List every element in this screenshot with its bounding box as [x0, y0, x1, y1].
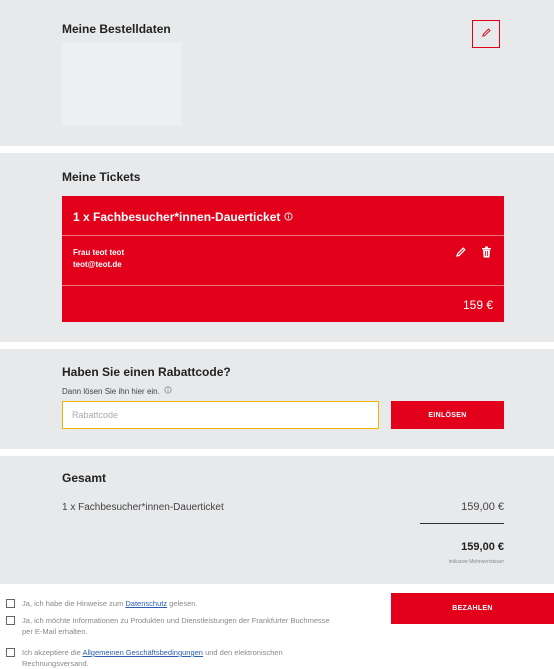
- total-sum: 159,00 €: [461, 541, 504, 553]
- tickets-title: Meine Tickets: [62, 170, 141, 184]
- redeem-button[interactable]: EINLÖSEN: [391, 401, 504, 429]
- order-data-content: [62, 42, 182, 126]
- consent-text-part: gelesen.: [167, 599, 198, 608]
- pay-button[interactable]: BEZAHLEN: [391, 593, 554, 624]
- line-item-price: 159,00 €: [461, 501, 504, 513]
- ticket-divider: [62, 285, 504, 286]
- consent-newsletter-row: Ja, ich möchte Informationen zu Produkte…: [6, 615, 342, 637]
- discount-code-input[interactable]: [62, 401, 379, 429]
- ticket-actions: [455, 245, 492, 263]
- discount-title: Haben Sie einen Rabattcode?: [62, 365, 231, 379]
- ticket-divider: [62, 235, 504, 236]
- order-data-section: Meine Bestelldaten: [0, 0, 554, 146]
- discount-subtitle: Dann lösen Sie ihn hier ein.: [62, 386, 160, 396]
- tax-note: inklusive Mehrwertsteuer: [448, 559, 504, 565]
- edit-order-data-button[interactable]: [472, 20, 500, 48]
- consent-text-part: Ja, ich habe die Hinweise zum: [22, 599, 126, 608]
- ticket-card: 1 x Fachbesucher*innen-Dauerticket Frau …: [62, 196, 504, 322]
- newsletter-checkbox[interactable]: [6, 616, 15, 625]
- consent-terms-row: Ich akzeptiere die Allgemeinen Geschäfts…: [6, 647, 342, 669]
- pencil-icon: [481, 25, 492, 43]
- terms-link[interactable]: Allgemeinen Geschäftsbedingungen: [82, 648, 203, 657]
- privacy-link[interactable]: Datenschutz: [125, 599, 167, 608]
- line-item-label: 1 x Fachbesucher*innen-Dauerticket: [62, 502, 224, 513]
- discount-section: Haben Sie einen Rabattcode?: [0, 349, 554, 449]
- ticket-name: 1 x Fachbesucher*innen-Dauerticket: [73, 210, 281, 224]
- consent-text-part: Ich akzeptiere die: [22, 648, 83, 657]
- attendee-name: Frau teot teot: [73, 248, 125, 257]
- consent-text: Ja, ich möchte Informationen zu Produkte…: [22, 616, 330, 636]
- info-icon[interactable]: [284, 210, 293, 224]
- attendee-email: teot@teot.de: [73, 260, 122, 269]
- consent-text: Ja, ich habe die Hinweise zum Datenschut…: [22, 598, 342, 609]
- consent-privacy-row: Ja, ich habe die Hinweise zum Datenschut…: [6, 598, 342, 609]
- order-data-title: Meine Bestelldaten: [62, 22, 171, 36]
- sum-divider: [420, 523, 504, 524]
- ticket-header: 1 x Fachbesucher*innen-Dauerticket: [73, 210, 293, 224]
- consent-text: Ich akzeptiere die Allgemeinen Geschäfts…: [22, 647, 342, 669]
- discount-subtitle-row: Dann lösen Sie ihn hier ein.: [62, 386, 172, 396]
- pencil-icon[interactable]: [455, 245, 467, 263]
- trash-icon[interactable]: [481, 245, 492, 263]
- terms-checkbox[interactable]: [6, 648, 15, 657]
- privacy-checkbox[interactable]: [6, 599, 15, 608]
- ticket-price: 159 €: [462, 298, 493, 312]
- info-icon[interactable]: [164, 386, 172, 396]
- total-title: Gesamt: [62, 471, 107, 485]
